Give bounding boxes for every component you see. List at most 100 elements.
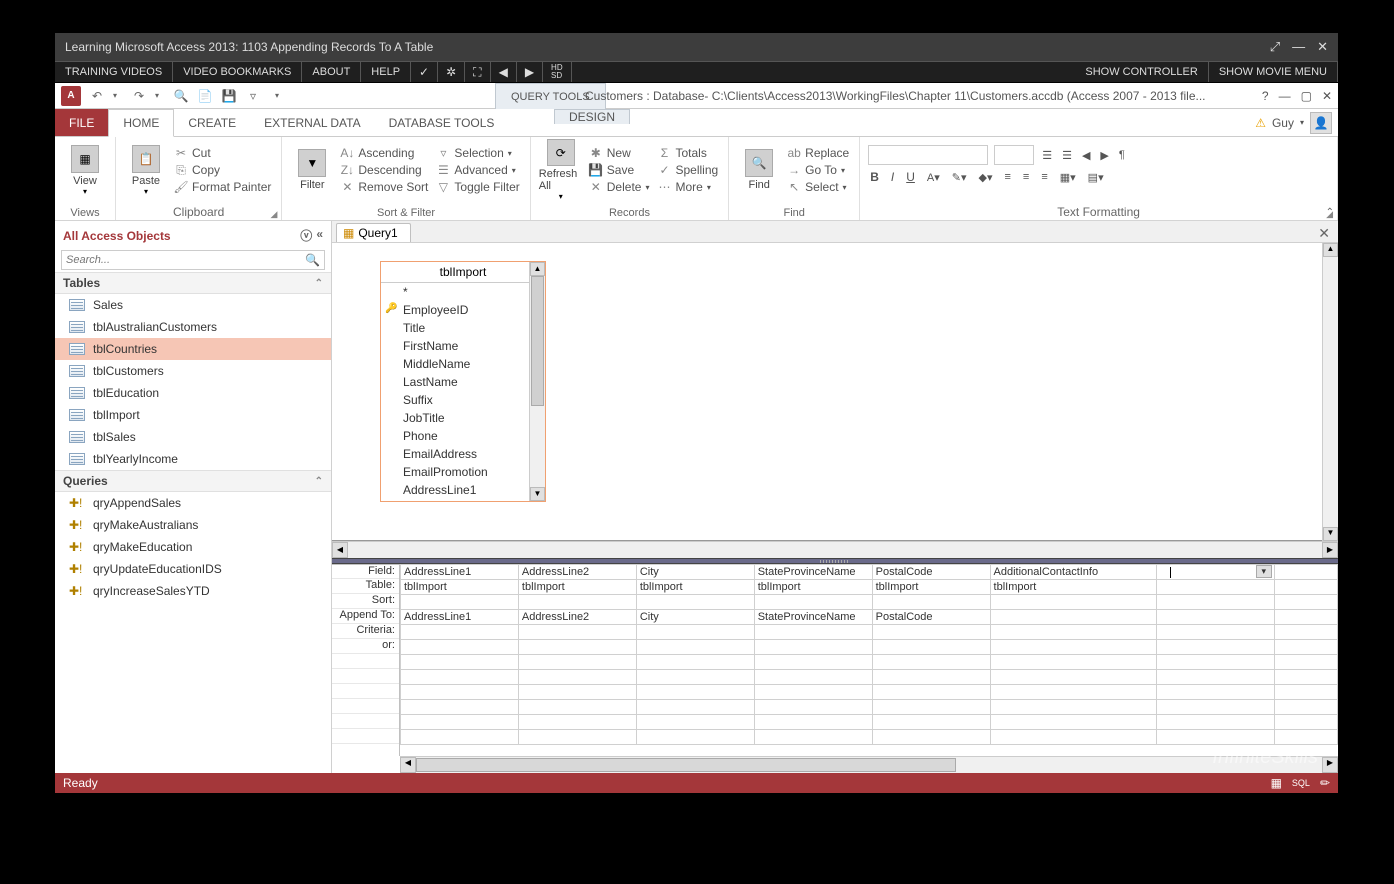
toggle-filter-button[interactable]: ▽Toggle Filter <box>434 179 521 195</box>
nav-table-sales[interactable]: Sales <box>55 294 331 316</box>
menu-help[interactable]: HELP <box>361 62 411 82</box>
qbe-cell[interactable]: PostalCode <box>872 565 990 580</box>
qbe-cell[interactable] <box>990 655 1156 670</box>
minimize-icon[interactable]: — <box>1292 39 1305 55</box>
spelling-button[interactable]: ✓Spelling <box>655 162 720 178</box>
qbe-cell[interactable] <box>636 700 754 715</box>
user-dropdown-icon[interactable]: ▾ <box>1300 118 1304 127</box>
qbe-cell[interactable] <box>1156 715 1274 730</box>
qbe-cell[interactable] <box>754 730 872 745</box>
qbe-cell[interactable] <box>754 670 872 685</box>
qbe-cell[interactable]: tblImport <box>401 580 519 595</box>
clipboard-launcher-icon[interactable]: ◢ <box>270 209 277 220</box>
qbe-cell[interactable] <box>990 640 1156 655</box>
nav-query-qrymakeaustralians[interactable]: ✚!qryMakeAustralians <box>55 514 331 536</box>
bullets-icon[interactable]: ☰ <box>1040 148 1054 163</box>
qbe-cell[interactable] <box>872 715 990 730</box>
qbe-cell[interactable] <box>872 700 990 715</box>
qbe-cell[interactable] <box>990 715 1156 730</box>
underline-icon[interactable]: U <box>904 169 917 185</box>
altrow-icon[interactable]: ▤▾ <box>1086 170 1106 185</box>
copy-button[interactable]: ⎘Copy <box>172 162 273 178</box>
qbe-cell[interactable] <box>518 715 636 730</box>
qbe-cell[interactable]: PostalCode <box>872 610 990 625</box>
font-color-icon[interactable]: A▾ <box>925 170 942 185</box>
tab-home[interactable]: HOME <box>108 109 174 137</box>
field-*[interactable]: * <box>381 283 545 301</box>
qbe-cell[interactable] <box>1156 595 1274 610</box>
nav-query-qryappendsales[interactable]: ✚!qryAppendSales <box>55 492 331 514</box>
qbe-cell[interactable] <box>636 625 754 640</box>
qbe-cell[interactable] <box>518 670 636 685</box>
goto-button[interactable]: →Go To ▾ <box>785 162 851 178</box>
menu-about[interactable]: ABOUT <box>302 62 361 82</box>
field-jobtitle[interactable]: JobTitle <box>381 409 545 427</box>
qbe-cell[interactable] <box>401 700 519 715</box>
menu-training-videos[interactable]: TRAINING VIDEOS <box>55 62 173 82</box>
qbe-cell[interactable] <box>1156 670 1274 685</box>
advanced-button[interactable]: ☰Advanced ▾ <box>434 162 521 178</box>
nav-collapse-icon[interactable]: « <box>316 227 323 244</box>
qbe-cell[interactable] <box>636 730 754 745</box>
prev-icon[interactable]: ◀ <box>491 62 517 82</box>
qbe-cell[interactable] <box>754 700 872 715</box>
qbe-cell[interactable] <box>518 595 636 610</box>
help-icon[interactable]: ? <box>1262 89 1269 103</box>
ascending-button[interactable]: A↓Ascending <box>338 145 430 161</box>
filter-button[interactable]: ▼Filter <box>290 139 334 201</box>
undo-icon[interactable]: ↶ <box>89 88 105 104</box>
field-emailaddress[interactable]: EmailAddress <box>381 445 545 463</box>
field-addressline1[interactable]: AddressLine1 <box>381 481 545 499</box>
field-employeeid[interactable]: EmployeeID <box>381 301 545 319</box>
doc-close-icon[interactable]: ✕ <box>1310 225 1338 242</box>
italic-icon[interactable]: I <box>889 169 896 185</box>
selection-button[interactable]: ▿Selection ▾ <box>434 145 521 161</box>
menu-show-movie-menu[interactable]: SHOW MOVIE MENU <box>1209 62 1338 82</box>
align-left-icon[interactable]: ≡ <box>1002 170 1012 184</box>
new-icon[interactable]: 📄 <box>197 88 213 104</box>
qbe-cell[interactable]: AdditionalContactInfo <box>990 565 1156 580</box>
play-icon[interactable]: ▶ <box>517 62 543 82</box>
tab-external-data[interactable]: EXTERNAL DATA <box>250 109 374 136</box>
qbe-columns[interactable]: AddressLine1AddressLine2CityStateProvinc… <box>400 564 1338 756</box>
qbe-cell[interactable] <box>872 625 990 640</box>
qbe-cell[interactable] <box>1156 565 1274 580</box>
qbe-cell[interactable] <box>401 640 519 655</box>
more-button[interactable]: ⋯More ▾ <box>655 179 720 195</box>
nav-table-tblyearlyincome[interactable]: tblYearlyIncome <box>55 448 331 470</box>
qbe-cell[interactable] <box>636 640 754 655</box>
window-restore-icon[interactable]: ▢ <box>1301 89 1312 103</box>
qbe-cell[interactable] <box>990 670 1156 685</box>
qbe-cell[interactable] <box>636 595 754 610</box>
nav-search-input[interactable] <box>62 254 301 266</box>
qbe-cell[interactable] <box>872 685 990 700</box>
nav-table-tbleducation[interactable]: tblEducation <box>55 382 331 404</box>
field-list-scrollbar[interactable]: ▲ ▼ <box>529 262 545 501</box>
design-view-icon[interactable]: ✏ <box>1320 776 1330 790</box>
qbe-cell[interactable] <box>754 685 872 700</box>
qbe-cell[interactable]: City <box>636 610 754 625</box>
qbe-cell[interactable]: tblImport <box>872 580 990 595</box>
qbe-cell[interactable] <box>990 685 1156 700</box>
replace-button[interactable]: abReplace <box>785 145 851 161</box>
redo-icon[interactable]: ↷ <box>131 88 147 104</box>
qbe-cell[interactable]: AddressLine1 <box>401 565 519 580</box>
highlight-icon[interactable]: ✎▾ <box>950 170 969 185</box>
diagram-vscroll[interactable]: ▲ ▼ <box>1322 243 1338 541</box>
qbe-cell[interactable] <box>872 595 990 610</box>
format-painter-button[interactable]: 🖌Format Painter <box>172 179 273 195</box>
table-tblimport[interactable]: tblImport *EmployeeIDTitleFirstNameMiddl… <box>380 261 546 502</box>
qbe-cell[interactable] <box>518 685 636 700</box>
view-button[interactable]: ▦ View ▾ <box>63 139 107 201</box>
field-emailpromotion[interactable]: EmailPromotion <box>381 463 545 481</box>
indent-dec-icon[interactable]: ◀ <box>1080 148 1092 163</box>
redo-dropdown-icon[interactable]: ▾ <box>149 88 165 104</box>
print-preview-icon[interactable]: 🔍 <box>173 88 189 104</box>
qbe-hscroll[interactable]: ◀ ▶ <box>400 756 1338 773</box>
qbe-cell[interactable] <box>990 730 1156 745</box>
nav-table-tblaustraliancustomers[interactable]: tblAustralianCustomers <box>55 316 331 338</box>
nav-dropdown-icon[interactable]: ⓥ <box>300 227 312 244</box>
diagram-pane[interactable]: tblImport *EmployeeIDTitleFirstNameMiddl… <box>332 243 1322 541</box>
delete-record-button[interactable]: ✕Delete ▾ <box>587 179 652 195</box>
field-title[interactable]: Title <box>381 319 545 337</box>
